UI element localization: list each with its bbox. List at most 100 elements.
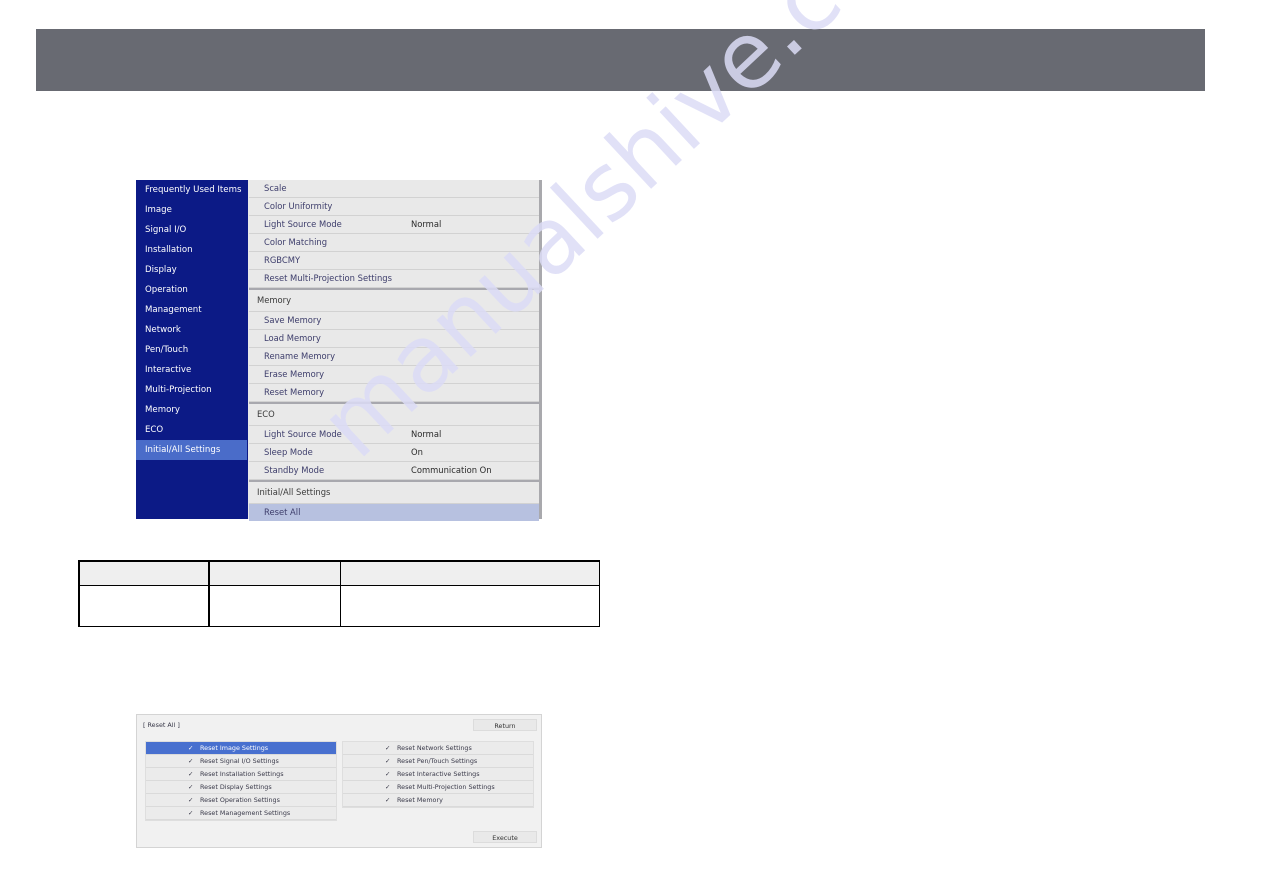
table-cell [78,585,210,627]
menu-row-label: Reset Memory [264,387,325,397]
menu-row-value: Normal [411,429,442,439]
reset-list-left: ✓ Reset Image Settings ✓ Reset Signal I/… [145,741,337,821]
menu-row-label: Color Matching [264,237,328,247]
reset-item-label: Reset Signal I/O Settings [200,757,279,765]
menu-row-save-memory[interactable]: Save Memory [249,312,539,330]
sidebar-item-initial-all-settings[interactable]: Initial/All Settings [136,440,247,460]
menu-row-sleep-mode[interactable]: Sleep Mode On [249,444,539,462]
menu-row-label: Reset All [264,507,301,517]
sidebar-item-pen-touch[interactable]: Pen/Touch [136,340,248,360]
menu-row-load-memory[interactable]: Load Memory [249,330,539,348]
menu-row-reset-multi-projection[interactable]: Reset Multi-Projection Settings [249,270,539,288]
table-cell [340,585,600,627]
menu-row-label: Standby Mode [264,465,325,475]
menu-row-value: On [411,447,423,457]
table-header-row [78,560,600,586]
projector-menu: Frequently Used Items Image Signal I/O I… [136,180,542,521]
check-icon: ✓ [385,770,391,778]
menu-row-color-uniformity[interactable]: Color Uniformity [249,198,539,216]
check-icon: ✓ [188,757,194,765]
menu-row-reset-all[interactable]: Reset All [249,504,539,521]
sidebar-item-frequently-used[interactable]: Frequently Used Items [136,180,248,200]
menu-row-standby-mode[interactable]: Standby Mode Communication On [249,462,539,480]
sidebar-item-signal-io[interactable]: Signal I/O [136,220,248,240]
table-cell [208,585,341,627]
menu-row-eco-light-source-mode[interactable]: Light Source Mode Normal [249,426,539,444]
check-icon: ✓ [188,770,194,778]
reset-item-operation[interactable]: ✓ Reset Operation Settings [146,794,336,807]
reset-item-label: Reset Installation Settings [200,770,284,778]
reset-item-label: Reset Display Settings [200,783,272,791]
reset-item-label: Reset Memory [397,796,443,804]
reset-item-memory[interactable]: ✓ Reset Memory [343,794,533,807]
menu-row-label: Sleep Mode [264,447,313,457]
section-label: ECO [257,409,275,419]
reset-item-multi-projection[interactable]: ✓ Reset Multi-Projection Settings [343,781,533,794]
section-header-memory: Memory [249,288,539,312]
sidebar-item-interactive[interactable]: Interactive [136,360,248,380]
sidebar-item-display[interactable]: Display [136,260,248,280]
sidebar-item-eco[interactable]: ECO [136,420,248,440]
menu-row-label: Light Source Mode [264,219,342,229]
menu-row-rename-memory[interactable]: Rename Memory [249,348,539,366]
menu-row-label: Scale [264,183,287,193]
reset-item-display[interactable]: ✓ Reset Display Settings [146,781,336,794]
reset-item-label: Reset Management Settings [200,809,291,817]
reset-list-right: ✓ Reset Network Settings ✓ Reset Pen/Tou… [342,741,534,808]
reset-item-installation[interactable]: ✓ Reset Installation Settings [146,768,336,781]
sidebar-item-memory[interactable]: Memory [136,400,248,420]
reset-item-label: Reset Network Settings [397,744,472,752]
section-label: Memory [257,295,292,305]
reset-item-network[interactable]: ✓ Reset Network Settings [343,742,533,755]
menu-row-label: Save Memory [264,315,322,325]
menu-row-value: Normal [411,219,442,229]
check-icon: ✓ [188,783,194,791]
reset-item-pen-touch[interactable]: ✓ Reset Pen/Touch Settings [343,755,533,768]
reset-all-dialog: [ Reset All ] Return ✓ Reset Image Setti… [136,714,542,848]
table-header-cell [78,560,210,586]
dialog-title: [ Reset All ] [143,721,180,729]
menu-row-label: Erase Memory [264,369,325,379]
table-header-cell [340,560,600,586]
menu-row-rgbcmy[interactable]: RGBCMY [249,252,539,270]
reset-item-label: Reset Interactive Settings [397,770,480,778]
reset-item-label: Reset Pen/Touch Settings [397,757,478,765]
menu-row-label: Load Memory [264,333,321,343]
menu-row-color-matching[interactable]: Color Matching [249,234,539,252]
menu-row-erase-memory[interactable]: Erase Memory [249,366,539,384]
menu-row-scale[interactable]: Scale [249,180,539,198]
check-icon: ✓ [188,744,194,752]
settings-table [78,560,600,627]
table-row [78,585,600,627]
sidebar-item-operation[interactable]: Operation [136,280,248,300]
menu-row-label: Color Uniformity [264,201,333,211]
menu-row-reset-memory[interactable]: Reset Memory [249,384,539,402]
section-label: Initial/All Settings [257,487,331,497]
menu-sidebar: Frequently Used Items Image Signal I/O I… [136,180,248,519]
check-icon: ✓ [188,809,194,817]
reset-item-label: Reset Image Settings [200,744,269,752]
check-icon: ✓ [188,796,194,804]
sidebar-item-installation[interactable]: Installation [136,240,248,260]
reset-item-label: Reset Operation Settings [200,796,280,804]
menu-row-value: Communication On [411,465,492,475]
check-icon: ✓ [385,744,391,752]
reset-item-image[interactable]: ✓ Reset Image Settings [146,742,336,755]
reset-item-label: Reset Multi-Projection Settings [397,783,495,791]
page-header-bar [36,29,1205,91]
check-icon: ✓ [385,783,391,791]
sidebar-item-multi-projection[interactable]: Multi-Projection [136,380,248,400]
reset-item-signal-io[interactable]: ✓ Reset Signal I/O Settings [146,755,336,768]
menu-scrollbar[interactable] [539,180,542,519]
menu-content: Scale Color Uniformity Light Source Mode… [249,180,539,521]
execute-button[interactable]: Execute [473,831,537,843]
check-icon: ✓ [385,796,391,804]
reset-item-management[interactable]: ✓ Reset Management Settings [146,807,336,820]
sidebar-item-network[interactable]: Network [136,320,248,340]
menu-row-light-source-mode[interactable]: Light Source Mode Normal [249,216,539,234]
sidebar-item-management[interactable]: Management [136,300,248,320]
sidebar-item-image[interactable]: Image [136,200,248,220]
check-icon: ✓ [385,757,391,765]
return-button[interactable]: Return [473,719,537,731]
reset-item-interactive[interactable]: ✓ Reset Interactive Settings [343,768,533,781]
